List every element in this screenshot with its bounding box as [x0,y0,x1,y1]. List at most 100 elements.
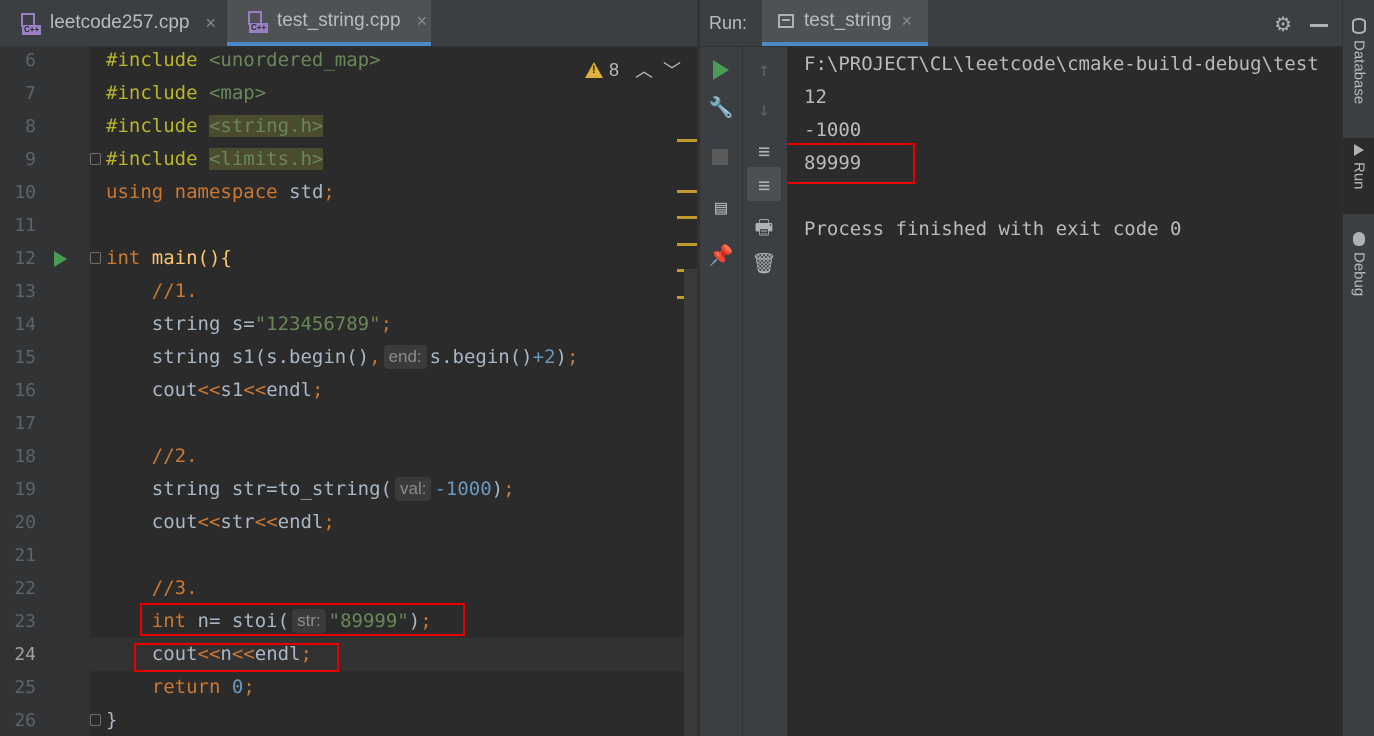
code-line: 20 cout<<str<<endl; [0,506,697,539]
soft-wrap-icon[interactable]: ≡ [743,139,785,163]
code-line: 9 #include <limits.h> [0,143,697,176]
arrow-down-icon[interactable]: ↓ [743,97,785,121]
database-icon [1352,18,1366,34]
code-text: //3. [151,577,198,599]
annotation-box [134,643,339,672]
chevron-down-icon[interactable]: ﹀ [663,57,681,83]
warning-marker[interactable] [677,139,697,142]
tab-test-string[interactable]: C++ test_string.cpp × [227,0,431,46]
parameter-hint: val: [394,477,432,501]
code-text: #include <string.h> [106,115,324,137]
minimize-icon[interactable] [1310,24,1328,27]
parameter-hint: end: [383,345,427,369]
tab-label: test_string.cpp [277,10,401,31]
scroll-to-end-icon[interactable]: ≡ [743,173,785,197]
right-tool-strip: Database Run Debug [1342,0,1374,736]
gear-icon[interactable]: ⚙ [1274,12,1292,37]
code-line: 10 using namespace std; [0,176,697,209]
line-number: 21 [14,545,36,566]
code-line: 12 int main(){ [0,242,697,275]
vertical-scrollbar[interactable] [684,269,697,736]
code-line-current: 24 cout<<n<<endl; [0,638,697,671]
annotation-box [140,603,465,636]
code-line: 8 #include <string.h> [0,110,697,143]
tool-window-label: Database [1350,40,1368,105]
fold-icon[interactable] [90,714,101,726]
stop-icon[interactable] [712,149,728,165]
layout-icon[interactable]: ▤ [700,195,742,219]
run-gutter-icon[interactable] [54,251,67,267]
pin-icon[interactable]: 📌 [700,243,742,267]
line-number: 18 [14,446,36,467]
console-icon [778,14,794,28]
code-text: //1. [151,280,198,302]
line-number: 24 [14,644,36,665]
run-icon [1354,144,1364,156]
line-number: 17 [14,413,36,434]
arrow-up-icon[interactable]: ↑ [743,57,785,81]
warning-marker[interactable] [677,216,697,219]
code-text: #include <limits.h> [106,148,324,170]
code-text: #include <unordered_map> [106,49,381,71]
line-number: 23 [14,611,36,632]
tool-window-debug[interactable]: Debug [1343,226,1374,296]
code-text: using namespace std; [106,181,335,203]
code-line: 25 return 0; [0,671,697,704]
line-number: 7 [25,83,36,104]
warning-marker[interactable] [677,243,697,246]
warning-marker[interactable] [677,190,697,193]
print-icon[interactable]: 🖶 [743,213,785,247]
close-icon[interactable]: × [205,13,216,34]
line-number: 6 [25,50,36,71]
line-number: 8 [25,116,36,137]
code-line: 26 } [0,704,697,736]
line-number: 11 [14,215,36,236]
editor-tab-bar: C++ leetcode257.cpp × C++ test_string.cp… [0,0,697,47]
console-line: Process finished with exit code 0 [804,218,1182,240]
annotation-box [787,143,915,184]
bug-icon [1353,232,1365,246]
code-line: 11 [0,209,697,242]
run-toolbar: 🔧 ▤ 📌 [700,47,742,736]
rerun-icon[interactable] [713,60,729,80]
code-line: 17 [0,407,697,440]
console-output[interactable]: F:\PROJECT\CL\leetcode\cmake-build-debug… [787,47,1342,736]
close-icon[interactable]: × [902,11,913,32]
console-toolbar: ↑ ↓ ≡ ≡ 🖶 🗑 [742,47,788,736]
line-number: 20 [14,512,36,533]
code-line: 19 string str=to_string(val: -1000); [0,473,697,506]
line-number: 26 [14,710,36,731]
code-text: string s1(s.begin(), end: s.begin()+2); [151,345,579,369]
line-number: 13 [14,281,36,302]
wrench-icon[interactable]: 🔧 [700,95,742,119]
code-line: 18 //2. [0,440,697,473]
run-config-tab[interactable]: test_string × [762,0,929,46]
code-text: #include <map> [106,82,267,104]
inspection-widget[interactable]: 8 ︿ ﹀ [584,57,681,83]
tool-window-label: Debug [1350,252,1368,297]
code-line: 15 string s1(s.begin(), end: s.begin()+2); [0,341,697,374]
code-line: 16 cout<<s1<<endl; [0,374,697,407]
fold-icon[interactable] [90,153,101,165]
code-text: return 0; [151,676,255,698]
code-line: 14 string s="123456789"; [0,308,697,341]
code-line: 22 //3. [0,572,697,605]
line-number: 25 [14,677,36,698]
code-editor[interactable]: 6 #include <unordered_map> 7 #include <m… [0,47,697,736]
tool-window-run[interactable]: Run [1343,138,1374,214]
code-line: 13 //1. [0,275,697,308]
tool-window-database[interactable]: Database [1343,14,1374,104]
trash-icon[interactable]: 🗑 [743,251,785,275]
close-icon[interactable]: × [417,11,428,32]
console-line: F:\PROJECT\CL\leetcode\cmake-build-debug… [804,53,1319,75]
tab-leetcode257[interactable]: C++ leetcode257.cpp × [0,0,226,46]
chevron-up-icon[interactable]: ︿ [635,57,653,83]
tool-window-label: Run [1350,162,1368,190]
warning-icon [584,62,603,78]
fold-icon[interactable] [90,252,101,264]
cpp-file-icon: C++ [247,10,269,33]
console-line: 12 [804,86,827,108]
line-number: 15 [14,347,36,368]
run-panel-header: Run: test_string × ⚙ [700,0,1342,47]
warning-count: 8 [608,59,619,80]
